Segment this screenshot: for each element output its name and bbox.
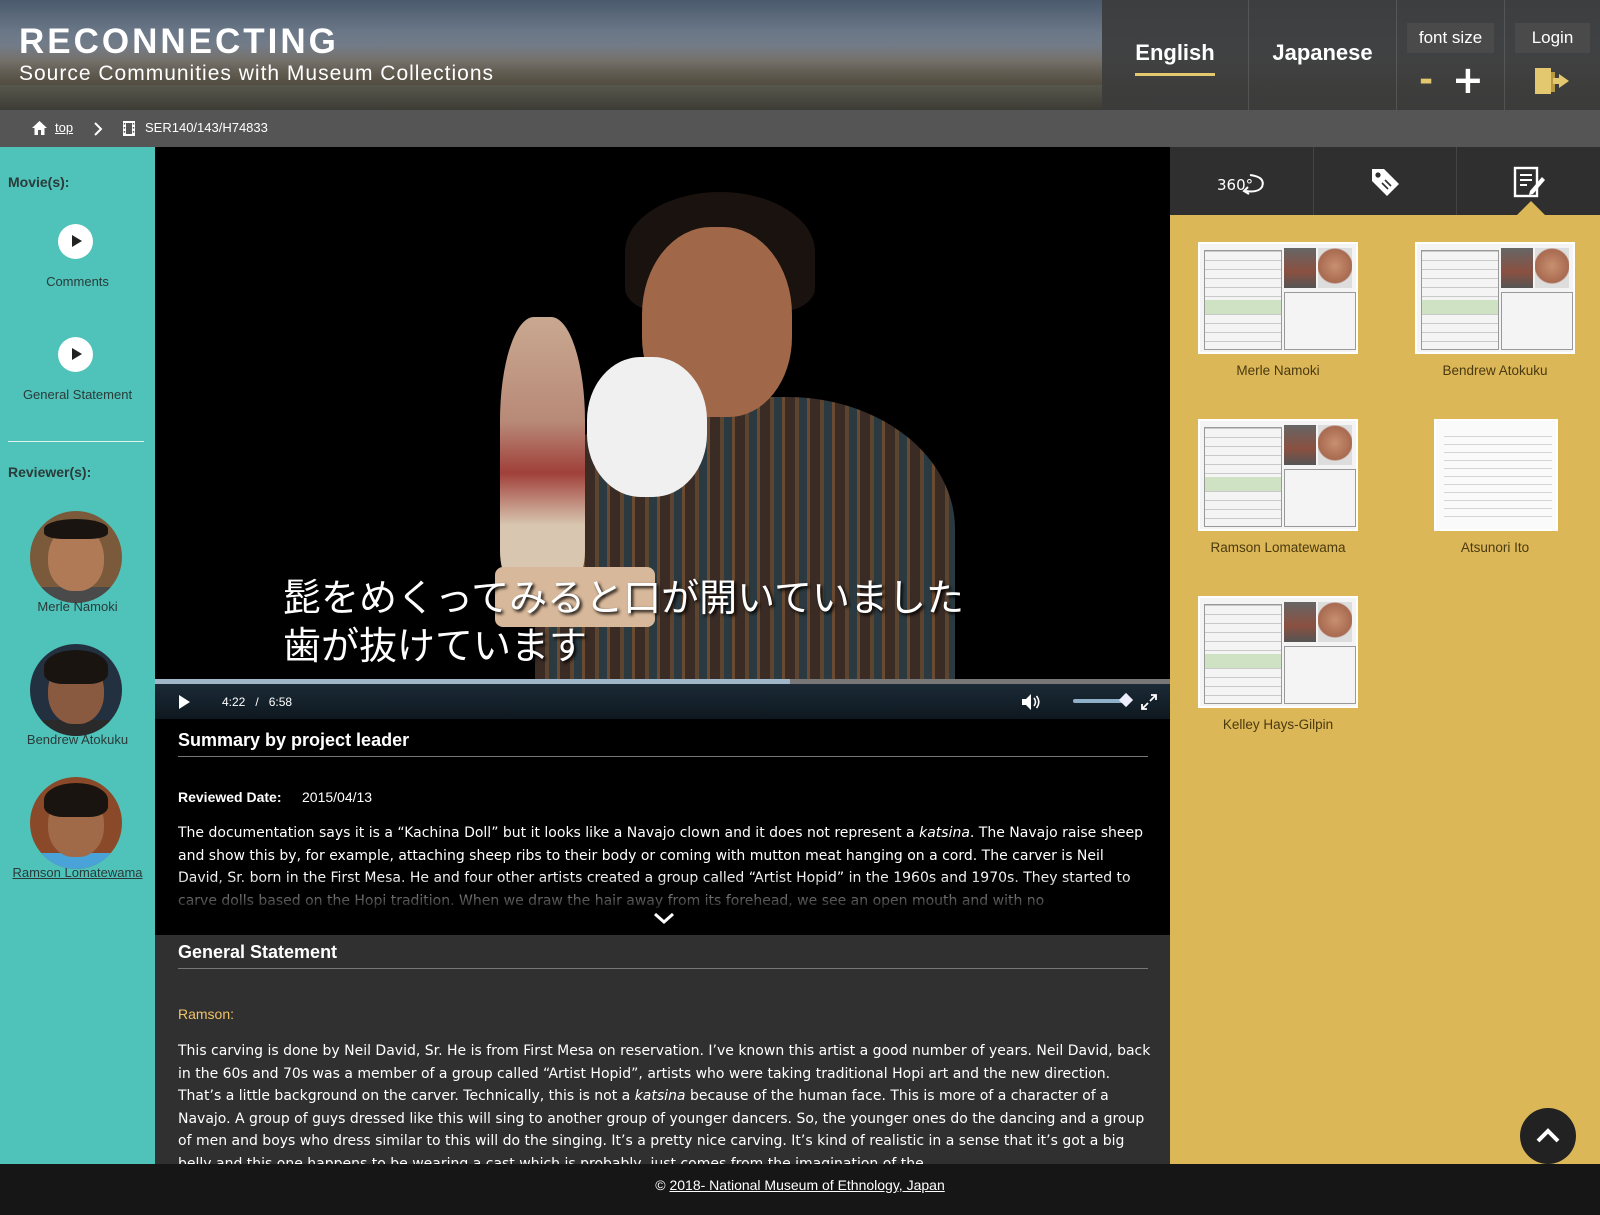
- login-button[interactable]: Login: [1504, 0, 1600, 110]
- site-brand[interactable]: RECONNECTING Source Communities with Mus…: [19, 22, 494, 86]
- reviewer-name-bendrew-atokuku[interactable]: Bendrew Atokuku: [0, 732, 155, 747]
- document-reviewer-name[interactable]: Merle Namoki: [1198, 363, 1358, 378]
- copyright-symbol: ©: [655, 1177, 666, 1193]
- avatar-ramson-lomatewama[interactable]: [30, 777, 122, 869]
- document-card-atsunori-ito[interactable]: Atsunori Ito: [1415, 419, 1575, 559]
- login-door-icon: [1535, 68, 1569, 94]
- sidebar: Movie(s): Comments General Statement Rev…: [0, 147, 155, 1164]
- video-frame-glove: [587, 357, 707, 497]
- reviewed-date-value: 2015/04/13: [302, 789, 373, 805]
- play-icon[interactable]: [179, 695, 190, 709]
- reviewer-name-merle-namoki[interactable]: Merle Namoki: [0, 599, 155, 614]
- video-duration: 6:58: [268, 695, 293, 709]
- language-japanese-label: Japanese: [1272, 40, 1373, 65]
- tab-tags[interactable]: [1313, 147, 1456, 215]
- movies-heading: Movie(s):: [8, 174, 70, 190]
- video-subtitle-line-1: 髭をめくってみると口が開いていました: [283, 576, 964, 620]
- sidebar-divider: [8, 441, 144, 442]
- document-thumbnail[interactable]: [1198, 596, 1358, 708]
- reviewed-date-label: Reviewed Date:: [178, 789, 282, 805]
- rotate-360-icon: 360°: [1217, 174, 1264, 195]
- fullscreen-icon[interactable]: [1140, 693, 1158, 711]
- tab-review-notes[interactable]: [1456, 147, 1600, 215]
- video-time: 4:22 / 6:58: [222, 695, 292, 709]
- breadcrumb-current-item: SER140/143/H74833: [145, 120, 268, 135]
- summary-divider: [178, 756, 1148, 757]
- chevron-right-icon: [94, 122, 103, 136]
- document-card-merle-namoki[interactable]: Merle Namoki: [1198, 242, 1358, 382]
- movie-label-comments[interactable]: Comments: [0, 274, 155, 289]
- active-language-indicator: [1135, 73, 1215, 76]
- back-to-top-button[interactable]: [1520, 1108, 1576, 1164]
- document-thumbnail[interactable]: [1198, 419, 1358, 531]
- general-statement-title: General Statement: [178, 942, 338, 962]
- play-general-statement-button[interactable]: [58, 337, 93, 372]
- documents-panel: 360° Merle Namoki Bendrew Atokuku Ramson…: [1170, 147, 1600, 1164]
- site-title[interactable]: RECONNECTING: [19, 22, 494, 62]
- font-size-decrease-button[interactable]: -: [1419, 62, 1433, 98]
- header-controls: English Japanese font size - + Login: [1102, 0, 1600, 110]
- video-player[interactable]: 髭をめくってみると口が開いていました 歯が抜けています 4:22 / 6:58: [155, 147, 1170, 719]
- document-thumbnail[interactable]: [1198, 242, 1358, 354]
- video-controls: 4:22 / 6:58: [155, 684, 1170, 719]
- avatar-bendrew-atokuku[interactable]: [30, 644, 122, 736]
- document-card-kelley-hays-gilpin[interactable]: Kelley Hays-Gilpin: [1198, 596, 1358, 736]
- font-size-increase-button[interactable]: +: [1452, 60, 1484, 100]
- video-time-separator: /: [255, 695, 259, 709]
- video-current-time: 4:22: [222, 695, 246, 709]
- notes-icon: [1513, 166, 1545, 198]
- font-size-control: font size - +: [1396, 0, 1504, 110]
- documents-tabs: 360°: [1170, 147, 1600, 215]
- document-reviewer-name[interactable]: Atsunori Ito: [1415, 540, 1575, 555]
- breadcrumb-top-link[interactable]: top: [55, 120, 73, 135]
- language-japanese-button[interactable]: Japanese: [1248, 0, 1396, 110]
- site-footer: © 2018- National Museum of Ethnology, Ja…: [0, 1164, 1600, 1215]
- language-english-button[interactable]: English: [1102, 0, 1248, 110]
- general-statement-panel: General Statement Ramson: This carving i…: [155, 935, 1170, 1164]
- volume-slider-handle[interactable]: [1118, 692, 1134, 708]
- site-subtitle[interactable]: Source Communities with Museum Collectio…: [19, 62, 494, 86]
- movie-label-general-statement[interactable]: General Statement: [0, 387, 155, 402]
- document-thumbnail[interactable]: [1415, 242, 1575, 354]
- general-statement-divider: [178, 968, 1148, 969]
- chevron-up-icon: [1536, 1128, 1560, 1143]
- login-label: Login: [1515, 23, 1590, 53]
- copyright: © 2018- National Museum of Ethnology, Ja…: [0, 1177, 1600, 1193]
- document-card-ramson-lomatewama[interactable]: Ramson Lomatewama: [1198, 419, 1358, 559]
- font-size-label: font size: [1407, 23, 1494, 53]
- video-subtitle-line-2: 歯が抜けています: [283, 624, 588, 668]
- summary-fade-overlay: [155, 874, 1170, 914]
- document-reviewer-name[interactable]: Bendrew Atokuku: [1415, 363, 1575, 378]
- volume-icon[interactable]: [1021, 693, 1041, 711]
- document-reviewer-name[interactable]: Kelley Hays-Gilpin: [1198, 717, 1358, 732]
- film-icon: [123, 121, 135, 136]
- tab-360-view[interactable]: 360°: [1170, 147, 1313, 215]
- summary-panel: Summary by project leader Reviewed Date:…: [155, 719, 1170, 935]
- active-tab-pointer: [1517, 201, 1545, 215]
- avatar-merle-namoki[interactable]: [30, 511, 122, 603]
- play-comments-button[interactable]: [58, 224, 93, 259]
- breadcrumb: top SER140/143/H74833: [0, 110, 1600, 147]
- language-english-label: English: [1135, 40, 1215, 65]
- document-thumbnail[interactable]: [1434, 419, 1558, 531]
- general-statement-text: This carving is done by Neil David, Sr. …: [178, 1043, 1151, 1164]
- reviewer-name-ramson-lomatewama[interactable]: Ramson Lomatewama: [0, 865, 155, 880]
- document-reviewer-name[interactable]: Ramson Lomatewama: [1198, 540, 1358, 555]
- summary-title: Summary by project leader: [178, 730, 410, 750]
- video-frame-doll: [500, 317, 585, 577]
- document-card-bendrew-atokuku[interactable]: Bendrew Atokuku: [1415, 242, 1575, 382]
- tag-icon: [1372, 169, 1399, 196]
- general-statement-speaker: Ramson:: [178, 1006, 235, 1022]
- museum-link[interactable]: 2018- National Museum of Ethnology, Japa…: [669, 1177, 944, 1193]
- chevron-down-icon[interactable]: [653, 911, 675, 925]
- reviewers-heading: Reviewer(s):: [8, 464, 92, 480]
- home-icon[interactable]: [31, 120, 48, 136]
- site-header: RECONNECTING Source Communities with Mus…: [0, 0, 1600, 110]
